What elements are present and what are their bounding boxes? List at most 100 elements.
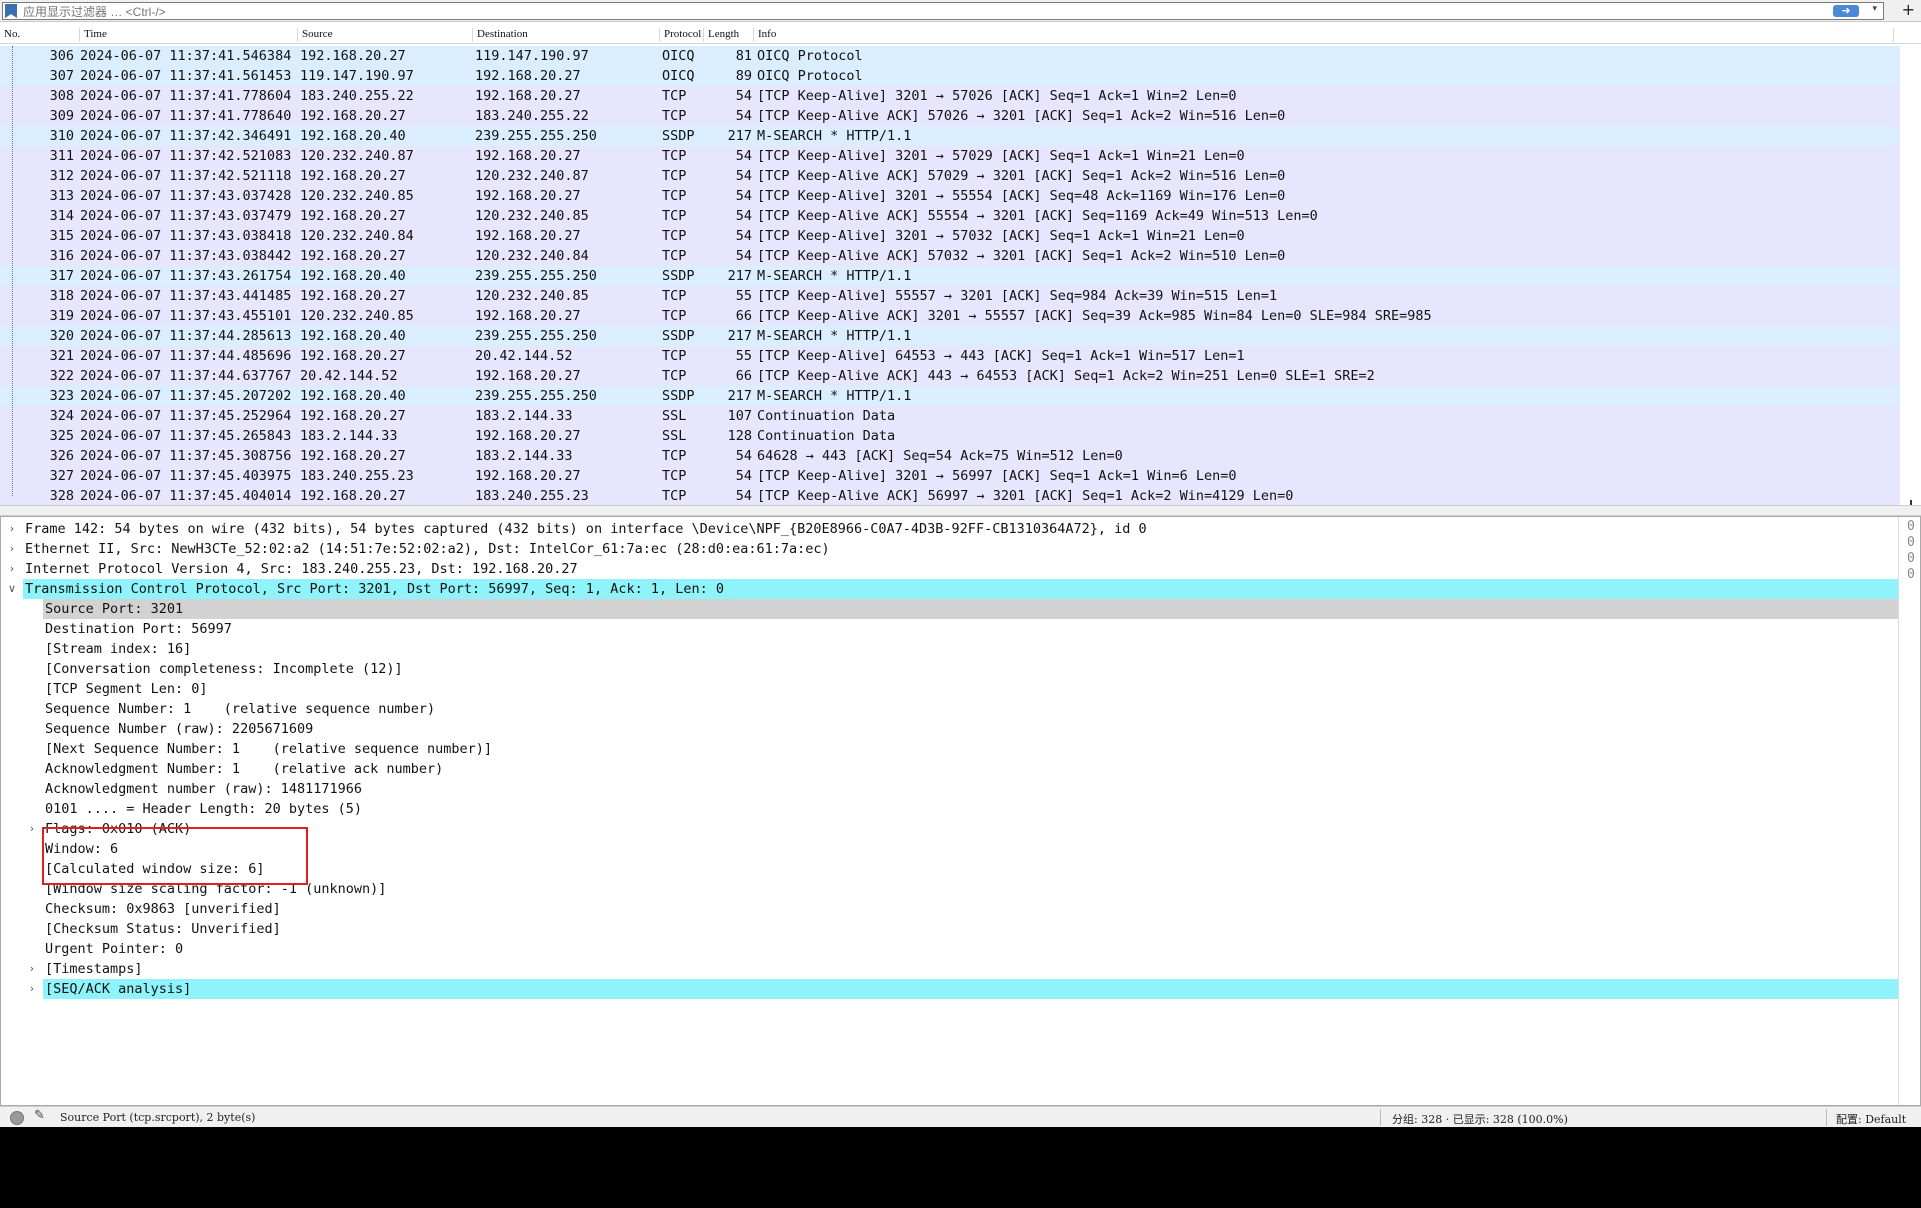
chevron-right-icon[interactable]: › [6,559,18,579]
packet-destination: 183.240.255.22 [475,108,589,124]
packet-row[interactable]: 314 2024-06-07 11:37:43.037479 192.168.20.… [0,206,1900,226]
packet-length: 217 [727,268,752,284]
packet-row[interactable]: 307 2024-06-07 11:37:41.561453 119.147.190… [0,66,1900,86]
expert-info-icon[interactable] [10,1111,24,1125]
detail-tree-item[interactable]: [Window size scaling factor: -1 (unknown… [1,879,1898,899]
detail-tree-label: Ethernet II, Src: NewH3CTe_52:02:a2 (14:… [25,541,830,557]
packet-length: 54 [735,488,752,504]
packet-length: 217 [727,388,752,404]
detail-tree-item[interactable]: › [Timestamps] [1,959,1898,979]
packet-row[interactable]: 324 2024-06-07 11:37:45.252964 192.168.20.… [0,406,1900,426]
detail-tree-item[interactable]: [Stream index: 16] [1,639,1898,659]
column-header-destination[interactable]: Destination [473,28,660,42]
packet-row[interactable]: 323 2024-06-07 11:37:45.207202 192.168.20.… [0,386,1900,406]
packet-list-scrollbar[interactable] [1900,44,1921,518]
packet-details-scrollbar[interactable]: 0 0 0 0 [1898,517,1920,1105]
detail-tree-item[interactable]: › Ethernet II, Src: NewH3CTe_52:02:a2 (14… [1,539,1898,559]
packet-info: [TCP Keep-Alive ACK] 57026 → 3201 [ACK] … [757,108,1286,124]
detail-tree-item[interactable]: ∨ Transmission Control Protocol, Src Port… [1,579,1898,599]
detail-tree-item[interactable]: Acknowledgment Number: 1 (relative ack n… [1,759,1898,779]
detail-tree-item[interactable]: [Next Sequence Number: 1 (relative seque… [1,739,1898,759]
packet-destination: 183.2.144.33 [475,448,573,464]
detail-tree-item[interactable]: Sequence Number (raw): 2205671609 [1,719,1898,739]
packet-protocol: SSL [662,408,687,424]
packet-source: 192.168.20.27 [300,108,406,124]
packet-row[interactable]: 318 2024-06-07 11:37:43.441485 192.168.20.… [0,286,1900,306]
packet-row[interactable]: 325 2024-06-07 11:37:45.265843 183.2.144.3… [0,426,1900,446]
chevron-down-icon[interactable]: ∨ [6,579,18,599]
detail-tree-item[interactable]: [Checksum Status: Unverified] [1,919,1898,939]
chevron-right-icon[interactable]: › [26,979,38,999]
row-highlight [43,599,1898,619]
display-filter-input[interactable] [23,4,1823,19]
column-header-source[interactable]: Source [298,28,473,42]
packet-protocol: SSDP [662,268,695,284]
packet-source: 192.168.20.27 [300,248,406,264]
plus-icon[interactable]: + [1902,0,1915,20]
detail-tree-item[interactable]: › [SEQ/ACK analysis] [1,979,1898,999]
packet-row[interactable]: 311 2024-06-07 11:37:42.521083 120.232.240… [0,146,1900,166]
column-header-protocol[interactable]: Protocol [660,28,704,42]
packet-info: M-SEARCH * HTTP/1.1 [757,388,912,404]
configuration-profile[interactable]: 配置: Default [1836,1111,1906,1127]
wireshark-window: ➜ ▾ + No. Time Source Destination Protoc… [0,0,1921,1127]
detail-tree-item[interactable]: [Calculated window size: 6] [1,859,1898,879]
detail-tree-item[interactable]: › Flags: 0x010 (ACK) [1,819,1898,839]
packet-row[interactable]: 309 2024-06-07 11:37:41.778640 192.168.20.… [0,106,1900,126]
detail-tree-item[interactable]: Destination Port: 56997 [1,619,1898,639]
detail-tree-item[interactable]: [Conversation completeness: Incomplete (… [1,659,1898,679]
bookmark-icon[interactable] [5,4,17,18]
packet-row[interactable]: 316 2024-06-07 11:37:43.038442 192.168.20.… [0,246,1900,266]
detail-tree-item[interactable]: Urgent Pointer: 0 [1,939,1898,959]
edit-comment-icon[interactable]: ✎ [34,1108,45,1123]
packet-destination: 192.168.20.27 [475,308,581,324]
packet-time: 2024-06-07 11:37:42.521118 [80,168,292,184]
packet-length: 107 [727,408,752,424]
chevron-right-icon[interactable]: › [26,819,38,839]
chevron-right-icon[interactable]: › [6,519,18,539]
packet-row[interactable]: 306 2024-06-07 11:37:41.546384 192.168.20.… [0,46,1900,66]
packet-time: 2024-06-07 11:37:41.546384 [80,48,292,64]
detail-tree-label: Frame 142: 54 bytes on wire (432 bits), … [25,521,1147,537]
packet-info: [TCP Keep-Alive] 3201 → 57029 [ACK] Seq=… [757,148,1245,164]
detail-tree-item[interactable]: Checksum: 0x9863 [unverified] [1,899,1898,919]
packet-row[interactable]: 315 2024-06-07 11:37:43.038418 120.232.240… [0,226,1900,246]
packet-row[interactable]: 320 2024-06-07 11:37:44.285613 192.168.20.… [0,326,1900,346]
packet-info: [TCP Keep-Alive] 3201 → 57032 [ACK] Seq=… [757,228,1245,244]
packet-row[interactable]: 317 2024-06-07 11:37:43.261754 192.168.20.… [0,266,1900,286]
packet-row[interactable]: 310 2024-06-07 11:37:42.346491 192.168.20.… [0,126,1900,146]
chevron-right-icon[interactable]: › [6,539,18,559]
display-filter-box[interactable]: ➜ ▾ [2,2,1884,20]
detail-tree-item[interactable]: › Internet Protocol Version 4, Src: 183.2… [1,559,1898,579]
pane-splitter[interactable] [0,505,1921,516]
packet-row[interactable]: 319 2024-06-07 11:37:43.455101 120.232.240… [0,306,1900,326]
column-header-time[interactable]: Time [80,28,298,42]
packet-row[interactable]: 326 2024-06-07 11:37:45.308756 192.168.20.… [0,446,1900,466]
packet-row[interactable]: 308 2024-06-07 11:37:41.778604 183.240.255… [0,86,1900,106]
column-header-info[interactable]: Info [754,28,1894,42]
column-header-no[interactable]: No. [0,28,80,42]
packet-row[interactable]: 322 2024-06-07 11:37:44.637767 20.42.144.5… [0,366,1900,386]
packet-destination: 20.42.144.52 [475,348,573,364]
packet-protocol: TCP [662,108,687,124]
detail-tree-item[interactable]: Acknowledgment number (raw): 1481171966 [1,779,1898,799]
detail-tree-item[interactable]: 0101 .... = Header Length: 20 bytes (5) [1,799,1898,819]
packet-row[interactable]: 321 2024-06-07 11:37:44.485696 192.168.20.… [0,346,1900,366]
detail-tree-item[interactable]: Window: 6 [1,839,1898,859]
packet-row[interactable]: 312 2024-06-07 11:37:42.521118 192.168.20.… [0,166,1900,186]
packet-row[interactable]: 313 2024-06-07 11:37:43.037428 120.232.240… [0,186,1900,206]
arrow-right-icon[interactable]: ➜ [1833,5,1859,17]
detail-tree-item[interactable]: Sequence Number: 1 (relative sequence nu… [1,699,1898,719]
detail-tree-item[interactable]: [TCP Segment Len: 0] [1,679,1898,699]
packet-destination: 192.168.20.27 [475,188,581,204]
column-header-length[interactable]: Length [704,28,754,42]
packet-row[interactable]: 328 2024-06-07 11:37:45.404014 192.168.20.… [0,486,1900,506]
packet-destination: 120.232.240.85 [475,288,589,304]
detail-tree-item[interactable]: › Frame 142: 54 bytes on wire (432 bits),… [1,519,1898,539]
detail-tree-item[interactable]: Source Port: 3201 [1,599,1898,619]
packet-info: [TCP Keep-Alive ACK] 57032 → 3201 [ACK] … [757,248,1286,264]
packet-info: [TCP Keep-Alive] 3201 → 57026 [ACK] Seq=… [757,88,1237,104]
chevron-down-icon[interactable]: ▾ [1872,4,1877,14]
packet-row[interactable]: 327 2024-06-07 11:37:45.403975 183.240.255… [0,466,1900,486]
chevron-right-icon[interactable]: › [26,959,38,979]
